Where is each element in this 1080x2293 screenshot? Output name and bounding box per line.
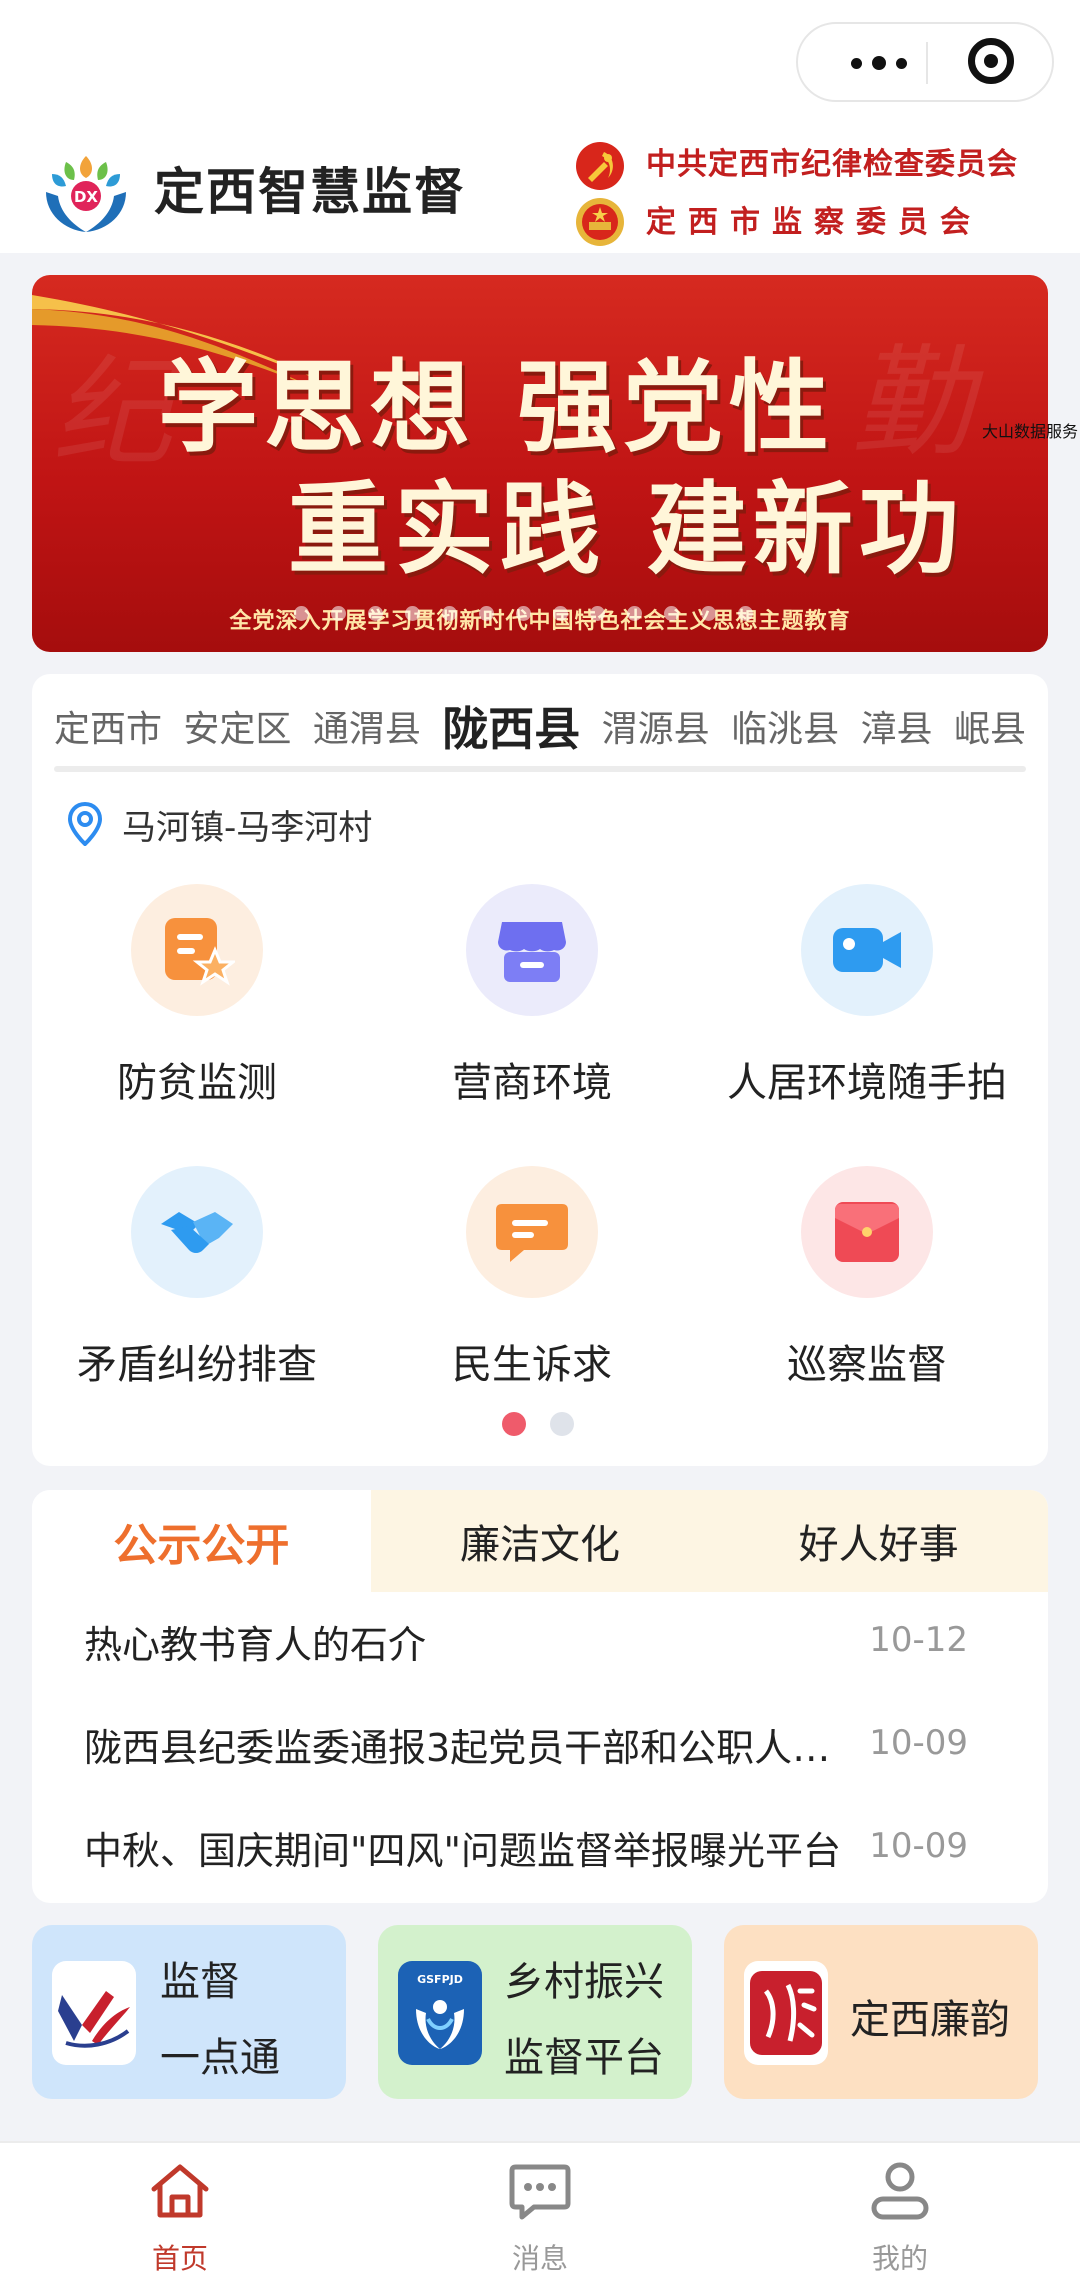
news-card: 公示公开 廉洁文化 好人好事 热心教书育人的石介 10-12 陇西县纪委监委通报…	[32, 1490, 1048, 1903]
party-emblem-icon	[574, 140, 626, 192]
entry-dingxi-lianyun[interactable]: 定西廉韵	[724, 1925, 1038, 2099]
news-tabs: 公示公开 廉洁文化 好人好事	[32, 1490, 1048, 1592]
entry-rural-revitalization-platform[interactable]: GSFPJD 乡村振兴 监督平台	[378, 1925, 692, 2099]
service-label: 营商环境	[452, 1060, 612, 1106]
svg-text:DX: DX	[74, 188, 98, 206]
location-pin-icon	[68, 802, 102, 846]
service-icon-bg	[466, 1166, 598, 1298]
tab-home[interactable]: 首页	[80, 2159, 280, 2285]
location-text: 马河镇-马李河村	[122, 807, 373, 848]
service-pagination	[502, 1412, 574, 1436]
user-icon	[871, 2162, 929, 2220]
tab-messages[interactable]: 消息	[440, 2159, 640, 2285]
state-emblem-icon	[576, 198, 624, 246]
page-dot	[550, 1412, 574, 1436]
service-icon-bg	[801, 884, 933, 1016]
news-date: 10-12	[869, 1620, 968, 1660]
news-date: 10-09	[869, 1826, 968, 1866]
bottom-tabbar: 首页 消息 我的	[0, 2141, 1080, 2293]
service-poverty-monitoring[interactable]: 防贫监测	[32, 884, 362, 1124]
entry-title-line1: 监督	[160, 1959, 240, 2005]
entry-title-line2: 监督平台	[504, 2035, 664, 2081]
region-tabs-scrollbar	[54, 766, 1026, 772]
news-item[interactable]: 中秋、国庆期间"四风"问题监督举报曝光平台 10-09	[32, 1798, 1048, 1901]
banner-slogan-line2: 重实践 建新功	[288, 471, 965, 588]
tab-good-people-deeds[interactable]: 好人好事	[709, 1490, 1048, 1592]
news-title: 热心教书育人的石介	[84, 1623, 427, 1667]
miniprogram-capsule	[796, 22, 1054, 102]
app-title: 定西智慧监督	[154, 163, 466, 221]
service-icon-bg	[466, 884, 598, 1016]
logo-text: GSFPJD	[417, 1973, 463, 1986]
tab-label: 消息	[511, 2242, 568, 2275]
banner-pagination	[294, 606, 753, 621]
org-name-discipline: 中共定西市纪律检查委员会	[646, 147, 1018, 182]
entry-title: 定西廉韵	[850, 1997, 1010, 2043]
service-living-environment-snap[interactable]: 人居环境随手拍	[702, 884, 1032, 1124]
form-star-icon	[165, 918, 235, 986]
entry-title-line1: 乡村振兴	[504, 1959, 664, 2005]
entry-title-line2: 一点通	[160, 2035, 280, 2081]
service-icon-bg	[131, 884, 263, 1016]
news-date: 10-09	[869, 1723, 968, 1763]
news-title: 陇西县纪委监委通报3起党员干部和公职人员违纪违法典型问题	[84, 1726, 844, 1770]
service-icon-bg	[131, 1166, 263, 1298]
news-title: 中秋、国庆期间"四风"问题监督举报曝光平台	[84, 1829, 841, 1873]
tab-public-notice[interactable]: 公示公开	[32, 1490, 371, 1592]
side-note: 大山数据服务	[982, 422, 1079, 441]
region-tab-zhang[interactable]: 漳县	[861, 700, 933, 752]
top-bar: DX 定西智慧监督 中共定西市纪律检查委员会 定西市监察委员会	[0, 0, 1080, 253]
service-business-environment[interactable]: 营商环境	[367, 884, 697, 1124]
service-label: 人居环境随手拍	[727, 1060, 1007, 1106]
region-tab-lintao[interactable]: 临洮县	[731, 700, 839, 752]
home-icon	[151, 2164, 209, 2218]
news-list: 热心教书育人的石介 10-12 陇西县纪委监委通报3起党员干部和公职人员违纪违法…	[32, 1592, 1048, 1901]
chat-icon	[509, 2164, 571, 2220]
red-envelope-icon	[835, 1202, 899, 1262]
page-dot-active	[502, 1412, 526, 1436]
handshake-icon	[161, 1212, 233, 1253]
region-tab-min[interactable]: 岷县	[954, 700, 1026, 752]
tab-integrity-culture[interactable]: 廉洁文化	[370, 1490, 710, 1592]
org-name-supervision: 定西市监察委员会	[646, 205, 982, 240]
region-tab-dingxi[interactable]: 定西市	[54, 700, 162, 752]
app-logo-icon: DX	[46, 156, 126, 232]
banner-slogan-line1: 学思想 强党性	[158, 349, 835, 466]
region-tab-anding[interactable]: 安定区	[183, 700, 291, 752]
tab-mine[interactable]: 我的	[800, 2159, 1000, 2285]
news-item[interactable]: 陇西县纪委监委通报3起党员干部和公职人员违纪违法典型问题 10-09	[32, 1695, 1048, 1798]
banner-carousel[interactable]: 纪 勤 学思想 强党性 重实践 建新功 全党深入开展学习贯彻新时代中国特色社会主…	[32, 275, 1048, 652]
region-service-card: 定西市 安定区 通渭县 陇西县 渭源县 临洮县 漳县 岷县 马河镇-马李河村 防…	[32, 674, 1048, 1466]
lianyun-seal-icon	[744, 1961, 828, 2065]
service-inspection-supervision[interactable]: 巡察监督	[702, 1166, 1032, 1406]
service-icon-bg	[801, 1166, 933, 1298]
more-options-icon[interactable]	[834, 43, 924, 83]
region-tab-tongwei[interactable]: 通渭县	[313, 700, 421, 752]
location-selector[interactable]: 马河镇-马李河村	[68, 794, 372, 854]
service-label: 民生诉求	[452, 1342, 612, 1388]
close-target-icon[interactable]	[968, 38, 1014, 84]
store-icon	[498, 922, 566, 982]
service-label: 矛盾纠纷排查	[77, 1342, 317, 1388]
entry-supervision-one-stop[interactable]: 监督 一点通	[32, 1925, 346, 2099]
service-livelihood-appeals[interactable]: 民生诉求	[367, 1166, 697, 1406]
supervision-logo-icon	[52, 1961, 136, 2065]
service-label: 巡察监督	[787, 1342, 947, 1388]
region-tab-longxi[interactable]: 陇西县	[442, 693, 580, 759]
news-item[interactable]: 热心教书育人的石介 10-12	[32, 1592, 1048, 1695]
capsule-divider	[926, 42, 928, 84]
service-label: 防贫监测	[117, 1060, 277, 1106]
rural-revitalization-logo-icon: GSFPJD	[398, 1961, 482, 2065]
region-tabs: 定西市 安定区 通渭县 陇西县 渭源县 临洮县 漳县 岷县	[54, 698, 1026, 756]
service-dispute-screening[interactable]: 矛盾纠纷排查	[32, 1166, 362, 1406]
region-tab-weiyuan[interactable]: 渭源县	[602, 700, 710, 752]
video-camera-icon	[833, 928, 901, 972]
message-icon	[496, 1204, 568, 1262]
tab-label: 我的	[871, 2242, 928, 2275]
tab-label: 首页	[151, 2242, 208, 2275]
